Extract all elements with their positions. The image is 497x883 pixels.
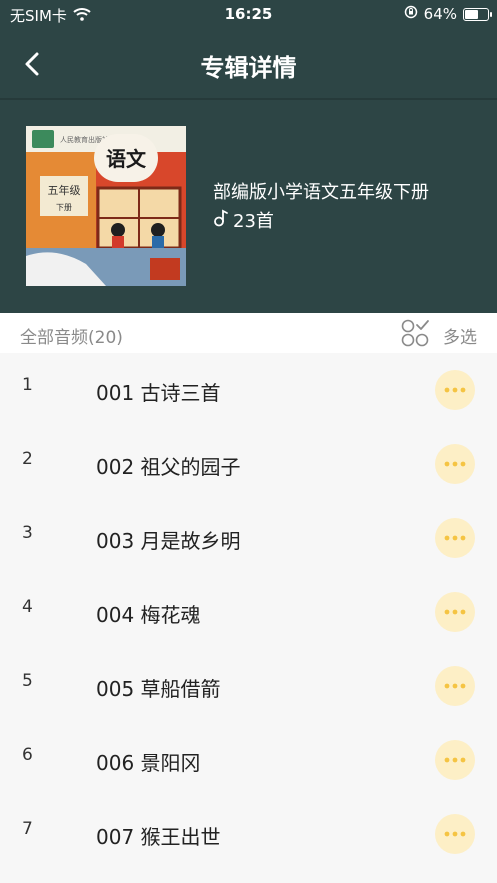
- track-number: 6: [22, 745, 33, 765]
- more-dots-icon: [444, 461, 466, 467]
- track-row[interactable]: 1 001 古诗三首: [0, 353, 497, 427]
- list-header: 全部音频(20) 多选: [0, 313, 497, 353]
- music-note-icon: [213, 209, 229, 234]
- more-dots-icon: [444, 683, 466, 689]
- more-options-button[interactable]: [435, 814, 475, 854]
- battery-level: [465, 9, 479, 19]
- more-dots-icon: [444, 535, 466, 541]
- more-dots-icon: [444, 387, 466, 393]
- track-title: 002 祖父的园子: [96, 455, 241, 479]
- track-number: 4: [22, 597, 33, 617]
- battery-icon: [463, 7, 492, 21]
- track-row[interactable]: 6 006 景阳冈: [0, 723, 497, 797]
- track-title: 007 猴王出世: [96, 825, 221, 849]
- more-options-button[interactable]: [435, 592, 475, 632]
- track-row[interactable]: 5 005 草船借箭: [0, 649, 497, 723]
- page-title: 专辑详情: [200, 54, 297, 82]
- track-list: 1 001 古诗三首 2 002 祖父的园子 3 003 月是故乡明 4 004 梅花魂 5 00…: [0, 353, 497, 871]
- track-number: 3: [22, 523, 33, 543]
- nav-divider: [0, 98, 497, 100]
- album-count-row: 23首: [213, 209, 429, 234]
- orientation-lock-icon: [404, 5, 418, 23]
- track-title: 006 景阳冈: [96, 751, 201, 775]
- album-header: 无SIM卡 16:25 64% 专辑详情 人民教育出版社 语文 五年级 下册 部…: [0, 0, 497, 313]
- nav-bar: 专辑详情: [0, 32, 497, 96]
- album-title: 部编版小学语文五年级下册: [213, 182, 429, 203]
- album-cover: 人民教育出版社 语文 五年级 下册: [26, 126, 186, 286]
- track-number: 1: [22, 375, 33, 395]
- multi-select-icon: [401, 319, 431, 352]
- track-title: 003 月是故乡明: [96, 529, 241, 553]
- track-number: 2: [22, 449, 33, 469]
- album-count: 23首: [233, 210, 274, 232]
- more-dots-icon: [444, 609, 466, 615]
- more-options-button[interactable]: [435, 518, 475, 558]
- track-title: 004 梅花魂: [96, 603, 201, 627]
- track-row[interactable]: 3 003 月是故乡明: [0, 501, 497, 575]
- track-title: 001 古诗三首: [96, 381, 221, 405]
- track-row[interactable]: 2 002 祖父的园子: [0, 427, 497, 501]
- status-right: 64%: [404, 5, 492, 23]
- track-title: 005 草船借箭: [96, 677, 221, 701]
- cover-subject: 语文: [106, 147, 147, 171]
- multi-select-label: 多选: [443, 328, 477, 348]
- battery-percent: 64%: [423, 5, 457, 23]
- more-options-button[interactable]: [435, 370, 475, 410]
- more-options-button[interactable]: [435, 444, 475, 484]
- cover-volume: 下册: [56, 203, 72, 212]
- track-row[interactable]: 4 004 梅花魂: [0, 575, 497, 649]
- track-number: 7: [22, 819, 33, 839]
- more-dots-icon: [444, 831, 466, 837]
- multi-select-button[interactable]: 多选: [401, 319, 477, 352]
- status-bar: 无SIM卡 16:25 64%: [0, 0, 497, 28]
- track-row[interactable]: 7 007 猴王出世: [0, 797, 497, 871]
- more-dots-icon: [444, 757, 466, 763]
- album-info: 部编版小学语文五年级下册 23首: [213, 181, 429, 234]
- more-options-button[interactable]: [435, 740, 475, 780]
- more-options-button[interactable]: [435, 666, 475, 706]
- cover-grade: 五年级: [48, 183, 81, 197]
- all-audio-label: 全部音频(20): [20, 328, 123, 348]
- track-number: 5: [22, 671, 33, 691]
